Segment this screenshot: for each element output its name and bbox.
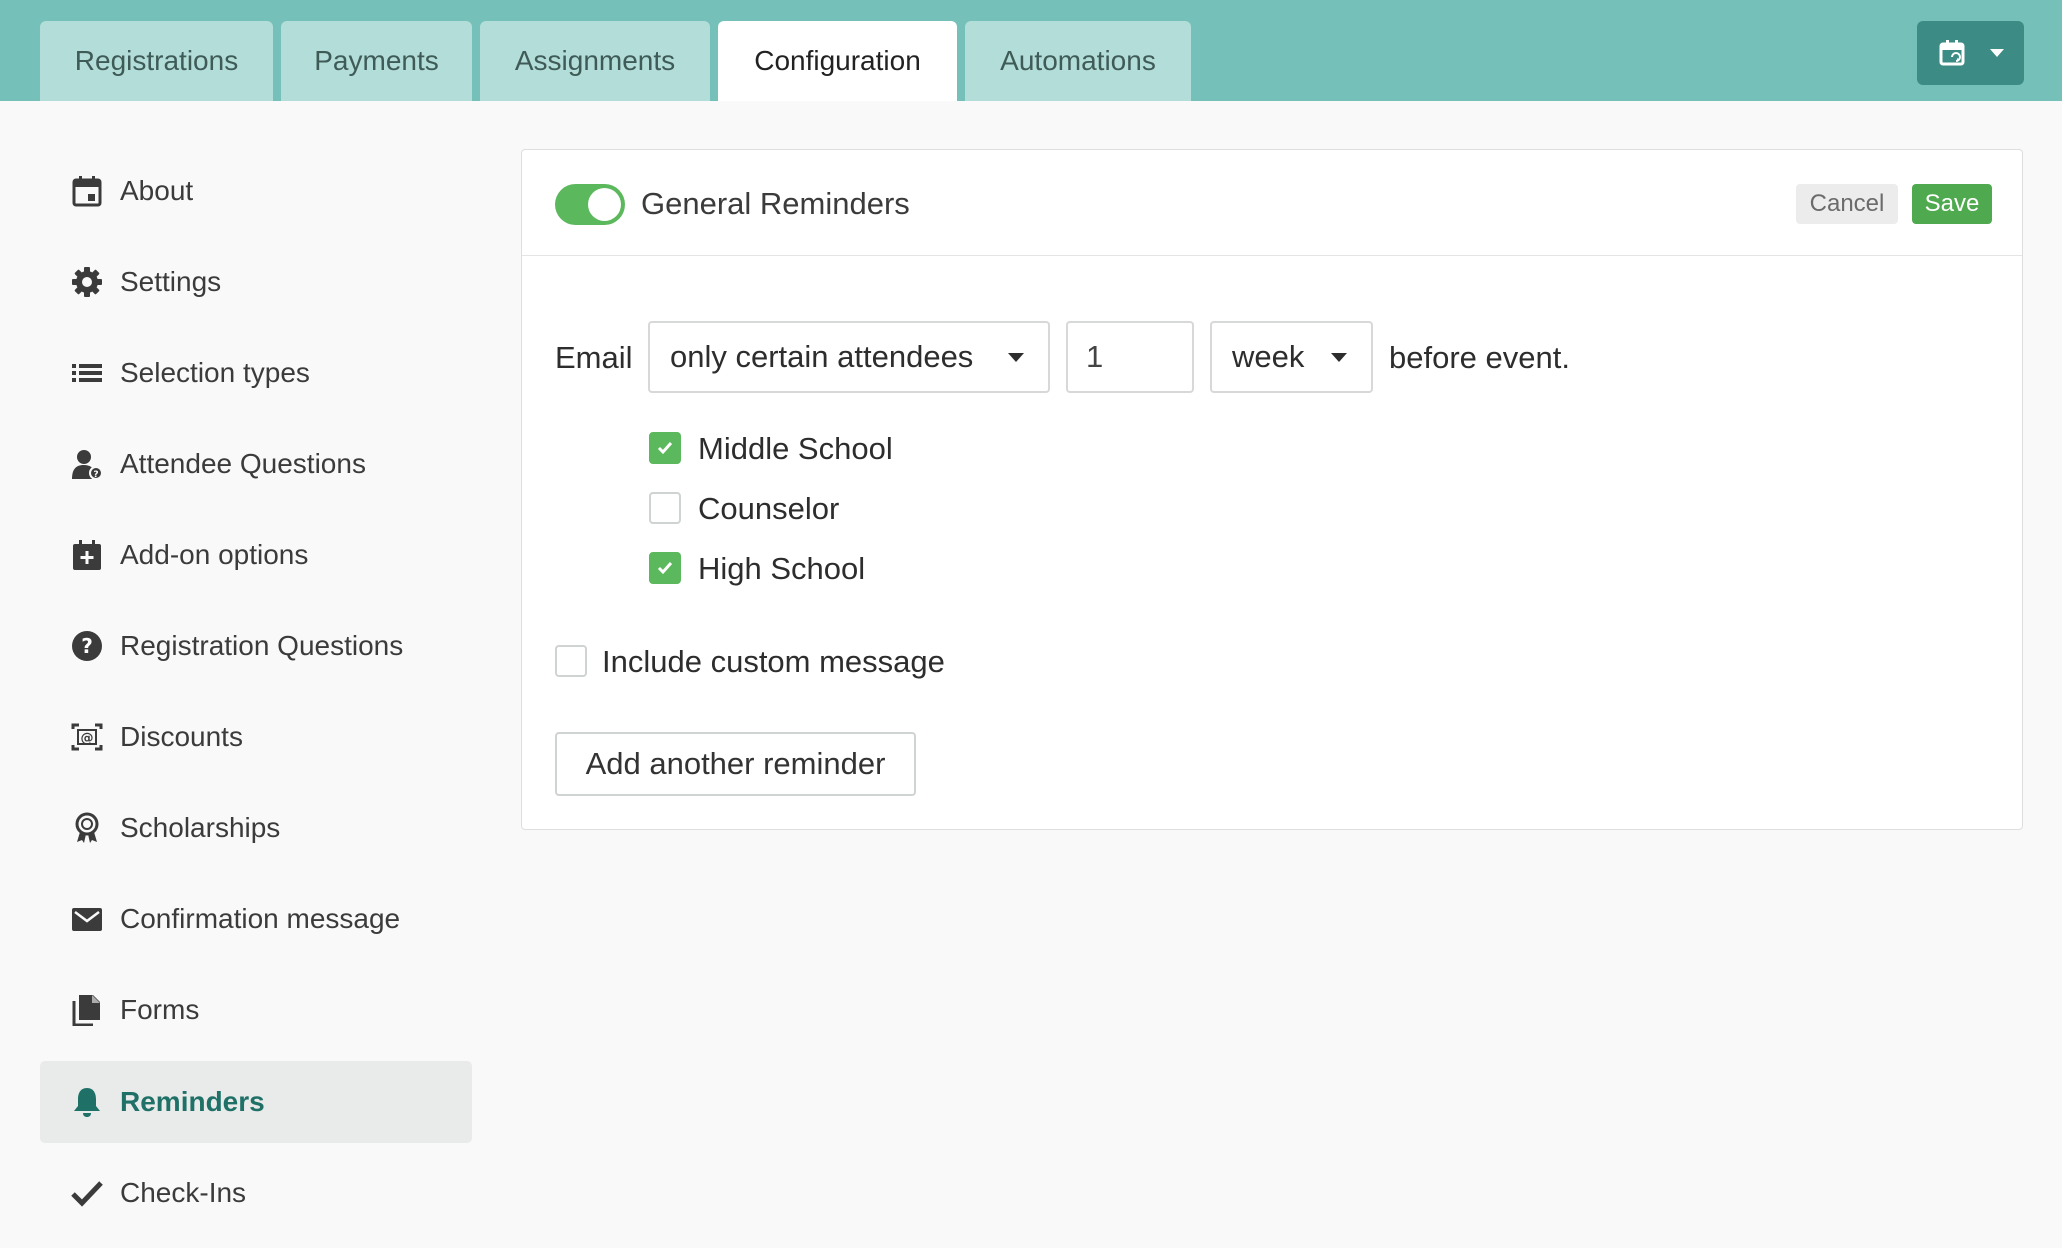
checkmark-icon bbox=[657, 562, 673, 575]
attendee-type-label: High School bbox=[698, 551, 866, 586]
sidebar-item-settings[interactable]: Settings bbox=[40, 241, 472, 323]
tab-payments[interactable]: Payments bbox=[281, 21, 472, 101]
checkbox-counselor[interactable] bbox=[649, 492, 681, 524]
checkbox-high-school[interactable] bbox=[649, 552, 681, 584]
sidebar-item-label: Confirmation message bbox=[120, 903, 401, 934]
sidebar-item-confirmation-message[interactable]: Confirmation message bbox=[40, 878, 472, 960]
sidebar-item-label: Settings bbox=[120, 266, 222, 297]
sidebar-item-label: Scholarships bbox=[120, 812, 281, 843]
reminder-enabled-toggle[interactable] bbox=[555, 184, 625, 225]
caret-down-icon bbox=[1331, 353, 1347, 362]
include-custom-message-label: Include custom message bbox=[602, 644, 945, 679]
reminder-card-header: General Reminders Cancel Save bbox=[522, 150, 2022, 256]
checkmark-icon bbox=[657, 442, 673, 455]
sidebar-item-scholarships[interactable]: Scholarships bbox=[40, 787, 472, 869]
discount-icon: @ bbox=[70, 720, 104, 754]
sidebar-item-label: Attendee Questions bbox=[120, 448, 366, 479]
sidebar-item-discounts[interactable]: @ Discounts bbox=[40, 696, 472, 778]
envelope-icon bbox=[70, 902, 104, 936]
sidebar-item-forms[interactable]: Forms bbox=[40, 969, 472, 1051]
sidebar-item-label: Check-Ins bbox=[120, 1177, 247, 1208]
reminder-title: General Reminders bbox=[641, 186, 910, 221]
sidebar-item-selection-types[interactable]: Selection types bbox=[40, 332, 472, 414]
documents-icon bbox=[70, 993, 104, 1027]
calendar-sync-dropdown-button[interactable] bbox=[1917, 21, 2024, 85]
unit-select-value: week bbox=[1232, 339, 1305, 374]
tab-assignments[interactable]: Assignments bbox=[480, 21, 710, 101]
sidebar-item-label: Forms bbox=[120, 994, 200, 1025]
tab-configuration[interactable]: Configuration bbox=[718, 21, 957, 101]
sidebar-item-about[interactable]: About bbox=[40, 150, 472, 232]
cancel-button[interactable]: Cancel bbox=[1796, 184, 1898, 224]
calendar-sync-icon bbox=[1938, 38, 1968, 68]
gear-icon bbox=[70, 265, 104, 299]
sidebar-item-label: About bbox=[120, 175, 194, 206]
sidebar-item-check-ins[interactable]: Check-Ins bbox=[40, 1152, 472, 1234]
svg-text:?: ? bbox=[93, 470, 98, 480]
sidebar-item-label: Reminders bbox=[120, 1086, 265, 1117]
audience-select-value: only certain attendees bbox=[670, 339, 974, 374]
sidebar-item-label: Registration Questions bbox=[120, 630, 404, 661]
sidebar-item-add-on-options[interactable]: Add-on options bbox=[40, 514, 472, 596]
calendar-plus-icon bbox=[70, 538, 104, 572]
toggle-knob bbox=[588, 188, 621, 221]
svg-text:?: ? bbox=[81, 634, 93, 658]
reminder-card: General Reminders Cancel Save Email only… bbox=[521, 149, 2023, 830]
sidebar-item-reminders[interactable]: Reminders bbox=[40, 1061, 472, 1143]
caret-down-icon bbox=[1989, 48, 2004, 58]
checkmark-icon bbox=[70, 1176, 104, 1210]
award-icon bbox=[70, 811, 104, 845]
add-another-reminder-button[interactable]: Add another reminder bbox=[555, 732, 916, 796]
top-navigation-bar: Registrations Payments Assignments Confi… bbox=[0, 0, 2062, 101]
reminder-unit-select[interactable]: week bbox=[1210, 321, 1373, 393]
caret-down-icon bbox=[1008, 353, 1024, 362]
svg-text:@: @ bbox=[81, 731, 94, 746]
sidebar-item-registration-questions[interactable]: ? Registration Questions bbox=[40, 605, 472, 687]
tab-registrations[interactable]: Registrations bbox=[40, 21, 273, 101]
sidebar-item-label: Selection types bbox=[120, 357, 310, 388]
attendee-type-label: Middle School bbox=[698, 431, 893, 466]
reminder-amount-input[interactable] bbox=[1066, 321, 1194, 393]
list-icon bbox=[70, 356, 104, 390]
checkbox-include-custom-message[interactable] bbox=[555, 645, 587, 677]
audience-select[interactable]: only certain attendees bbox=[648, 321, 1050, 393]
sidebar-item-label: Add-on options bbox=[120, 539, 309, 570]
user-question-icon: ? bbox=[70, 447, 104, 481]
tab-automations[interactable]: Automations bbox=[965, 21, 1191, 101]
bell-icon bbox=[70, 1085, 104, 1119]
sidebar-item-attendee-questions[interactable]: ? Attendee Questions bbox=[40, 423, 472, 505]
checkbox-middle-school[interactable] bbox=[649, 432, 681, 464]
save-button[interactable]: Save bbox=[1912, 184, 1992, 224]
calendar-icon bbox=[70, 174, 104, 208]
before-event-text: before event. bbox=[1389, 340, 1570, 375]
email-label: Email bbox=[555, 340, 633, 375]
question-circle-icon: ? bbox=[70, 629, 104, 663]
attendee-type-label: Counselor bbox=[698, 491, 840, 526]
sidebar-item-label: Discounts bbox=[120, 721, 243, 752]
